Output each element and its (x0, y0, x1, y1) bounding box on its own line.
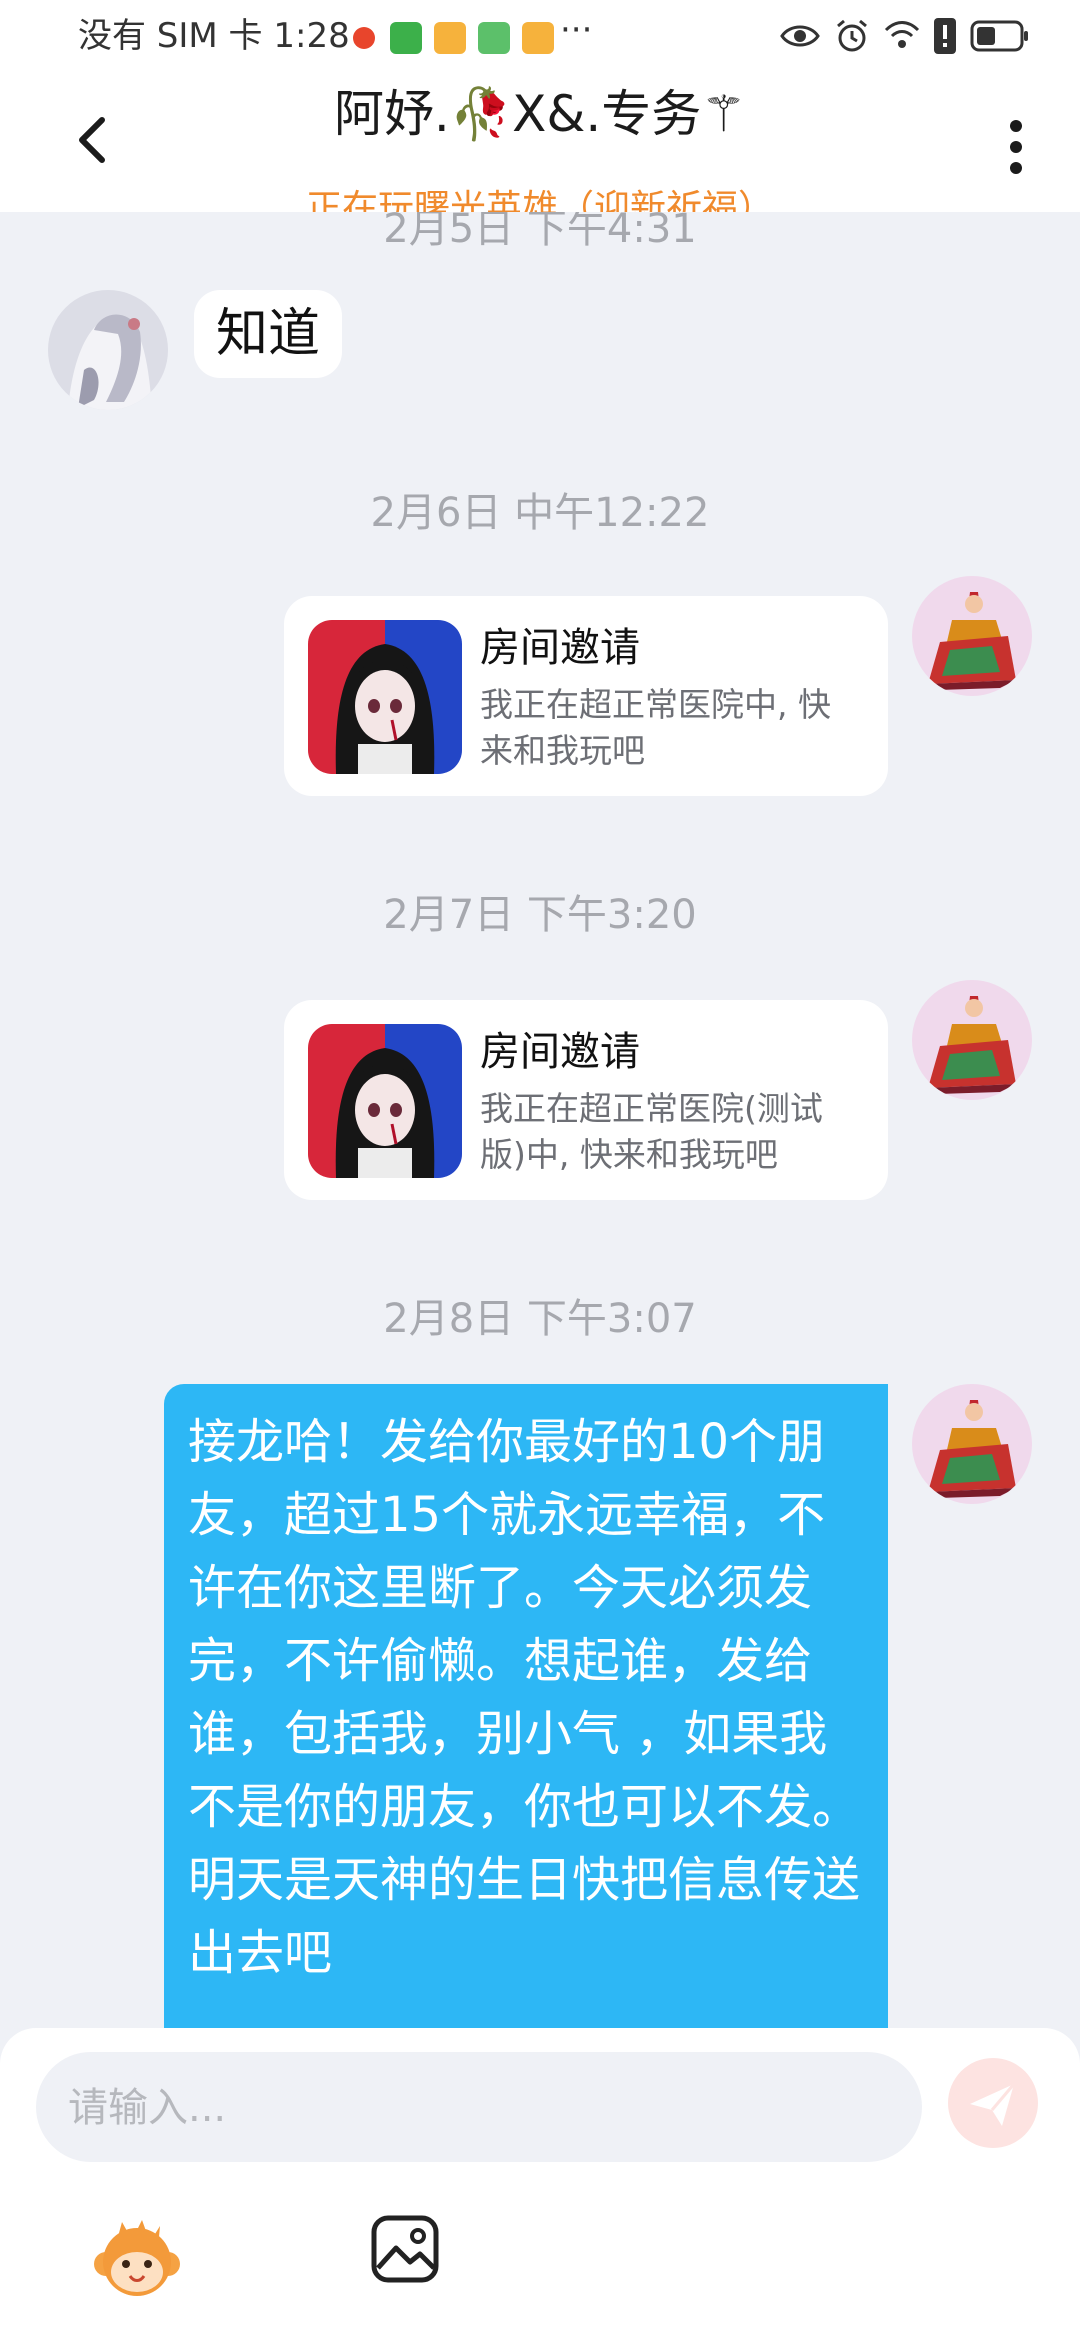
alert-icon (934, 18, 956, 54)
chat-screen: 2月5日 下午4:31 知道 2月6日 中午12:22 房间邀请 我正在超正常医… (0, 0, 1080, 2340)
image-picker-button[interactable] (370, 2214, 440, 2284)
emoji-button[interactable] (92, 2214, 182, 2304)
message-composer (0, 2028, 1080, 2340)
invite-description: 我正在超正常医院中, 快来和我玩吧 (480, 685, 831, 770)
my-avatar[interactable] (912, 980, 1032, 1100)
monkey-emoji-icon (94, 2220, 180, 2296)
message-input[interactable] (66, 2052, 890, 2164)
game-thumbnail (308, 620, 462, 774)
wifi-icon (884, 21, 920, 48)
carrier-time: 没有 SIM 卡 1:28 (78, 16, 350, 56)
contact-avatar[interactable] (48, 290, 168, 410)
timestamp: 2月6日 中午12:22 (370, 490, 710, 536)
my-avatar[interactable] (912, 576, 1032, 696)
timestamp: 2月8日 下午3:07 (383, 1296, 697, 1342)
image-icon (371, 2215, 439, 2283)
title-area: 阿妤.🥀X&.专务⚚ (0, 82, 1080, 146)
status-bar: 没有 SIM 卡 1:28 ··· (0, 0, 1080, 72)
battery-icon (970, 20, 1028, 52)
more-notifications-indicator: ··· (560, 10, 593, 50)
message-list[interactable]: 2月5日 下午4:31 知道 2月6日 中午12:22 房间邀请 我正在超正常医… (0, 0, 1080, 2340)
eye-icon (780, 25, 820, 47)
invite-title: 房间邀请 (480, 625, 640, 671)
alarm-icon (837, 19, 867, 52)
chat-header: 阿妤.🥀X&.专务⚚ 正在玩曙光英雄（迎新祈福） (0, 72, 1080, 212)
notification-icons (352, 20, 592, 60)
contact-activity-status: 正在玩曙光英雄（迎新祈福） (305, 188, 774, 212)
send-button[interactable] (948, 2058, 1038, 2148)
chat-title: 阿妤.🥀X&.专务⚚ (333, 85, 747, 143)
invite-title: 房间邀请 (480, 1029, 640, 1075)
game-thumbnail (308, 1024, 462, 1178)
timestamp: 2月7日 下午3:20 (383, 892, 697, 938)
room-invite-card[interactable]: 房间邀请 我正在超正常医院中, 快来和我玩吧 (284, 596, 888, 796)
my-avatar[interactable] (912, 1384, 1032, 1504)
message-bubble-received[interactable]: 知道 (194, 290, 343, 378)
system-indicators (780, 16, 1030, 56)
room-invite-card[interactable]: 房间邀请 我正在超正常医院(测试版)中, 快来和我玩吧 (284, 1000, 888, 1200)
message-input-container[interactable] (36, 2052, 922, 2164)
message-bubble-sent[interactable]: 接龙哈！发给你最好的10个朋友，超过15个就永远幸福，不许在你这里断了。今天必须… (164, 1384, 888, 2044)
invite-description: 我正在超正常医院(测试版)中, 快来和我玩吧 (480, 1089, 823, 1174)
send-plane-icon (970, 2083, 1016, 2126)
more-options-button[interactable] (996, 112, 1036, 182)
vertical-dots-icon (1010, 120, 1022, 174)
